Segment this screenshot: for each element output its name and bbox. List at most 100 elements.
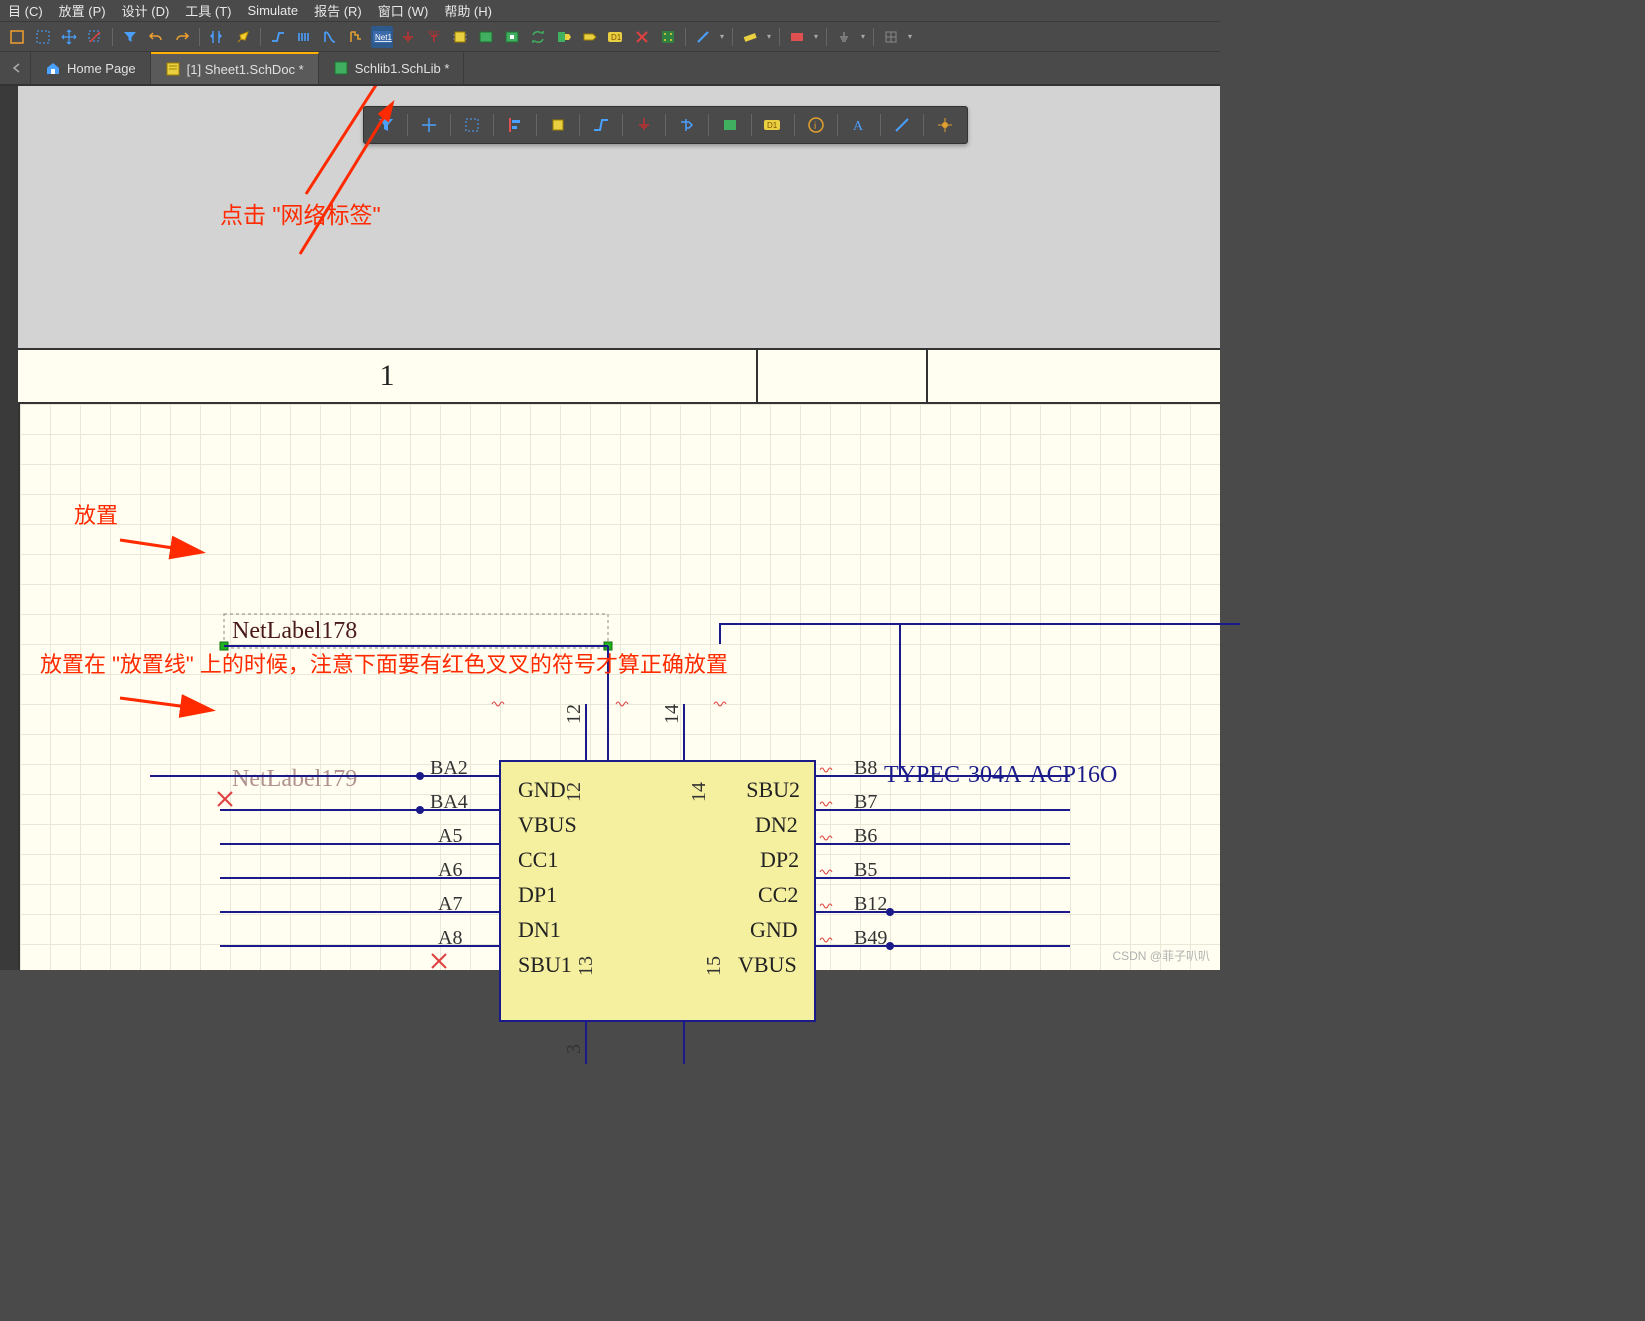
menu-item[interactable]: 设计 (D) [114,0,178,22]
tab-label: Schlib1.SchLib * [355,61,450,76]
bus-icon[interactable] [293,26,315,48]
tab-nav[interactable] [4,52,31,84]
color-icon[interactable] [786,26,808,48]
sync-icon[interactable] [527,26,549,48]
no-erc-icon[interactable] [631,26,653,48]
tab-label: Home Page [67,61,136,76]
dropdown-icon[interactable]: ▾ [906,26,914,48]
cross-icon[interactable] [413,110,445,140]
part-icon[interactable] [542,110,574,140]
schlib-icon [333,60,349,76]
svg-text:SBU2: SBU2 [746,777,800,802]
bus-entry-icon[interactable] [319,26,341,48]
tab-bar: Home Page [1] Sheet1.SchDoc * Schlib1.Sc… [0,52,1220,86]
move-icon[interactable] [58,26,80,48]
gnd-icon[interactable] [628,110,660,140]
dropdown-icon[interactable]: ▾ [765,26,773,48]
sheet-symbol-icon[interactable] [475,26,497,48]
filter-icon[interactable] [119,26,141,48]
svg-text:3: 3 [563,1044,585,1054]
svg-text:VBUS: VBUS [738,952,797,977]
menu-item[interactable]: 目 (C) [0,0,51,22]
svg-text:D1: D1 [767,121,778,130]
svg-text:12: 12 [563,782,585,802]
wire-icon[interactable] [267,26,289,48]
main-toolbar: Net1 Vcc D1 ▾ ▾ ▾ ▾ ▾ [0,22,1220,52]
svg-text:A6: A6 [438,859,462,881]
svg-text:BA2: BA2 [430,757,468,779]
schdoc-icon [165,61,181,77]
sheet-icon[interactable] [714,110,746,140]
undo-icon[interactable] [145,26,167,48]
left-gutter[interactable] [0,86,18,970]
directive-icon[interactable]: D1 [757,110,789,140]
directive-icon[interactable]: D1 [605,26,627,48]
menu-item[interactable]: 工具 (T) [177,0,239,22]
wire-icon[interactable] [585,110,617,140]
part-icon[interactable] [449,26,471,48]
signal-gnd-icon[interactable] [833,26,855,48]
svg-text:B7: B7 [854,791,877,813]
svg-text:VBUS: VBUS [518,812,577,837]
net-label-ghost[interactable]: NetLabel179 [232,766,357,792]
port-icon[interactable] [671,110,703,140]
svg-text:A: A [853,119,864,134]
harness-icon[interactable] [345,26,367,48]
device-sheet-icon[interactable] [501,26,523,48]
svg-text:DN2: DN2 [755,812,798,837]
highlight-icon[interactable] [232,26,254,48]
bottom-pin: 3 5 [563,1021,684,1064]
toolbar-icon[interactable] [6,26,28,48]
annotation-text: 点击 "网络标签" [220,196,381,230]
align-icon[interactable] [206,26,228,48]
grid-icon[interactable] [880,26,902,48]
align-left-icon[interactable] [499,110,531,140]
selection-rect-icon[interactable] [32,26,54,48]
component-value[interactable]: TYPEC-304A-ACP16O [884,762,1117,788]
text-icon[interactable]: A [843,110,875,140]
menu-item[interactable]: 报告 (R) [306,0,370,22]
top-pin: 12 14 [563,704,684,761]
menu-item[interactable]: 窗口 (W) [370,0,437,22]
dropdown-icon[interactable]: ▾ [718,26,726,48]
line-icon[interactable] [692,26,714,48]
deselect-icon[interactable] [84,26,106,48]
work-area: D1 i A 1 NetLabel178 [18,86,1220,970]
annotation-arrow-1 [300,104,392,254]
port-icon[interactable] [579,26,601,48]
svg-text:GND: GND [750,917,798,942]
watermark: CSDN @菲子叭叭 [1112,947,1210,964]
net-label-icon[interactable]: Net1 [371,26,393,48]
svg-text:13: 13 [575,956,597,976]
svg-text:DN1: DN1 [518,917,561,942]
vcc-icon[interactable]: Vcc [423,26,445,48]
schematic-sheet[interactable]: 1 NetLabel178 NetLabel179 [18,348,1220,970]
menu-item[interactable]: 帮助 (H) [436,0,500,22]
svg-text:B5: B5 [854,859,877,881]
line-icon[interactable] [886,110,918,140]
measure-icon[interactable] [739,26,761,48]
sheet-entry-icon[interactable] [553,26,575,48]
gnd-icon[interactable] [397,26,419,48]
origin-icon[interactable] [929,110,961,140]
redo-icon[interactable] [171,26,193,48]
tab-home[interactable]: Home Page [31,52,151,84]
tab-sheet[interactable]: [1] Sheet1.SchDoc * [151,52,319,84]
sheet-canvas[interactable]: NetLabel178 NetLabel179 12 14 [18,404,1220,970]
menu-item[interactable]: 放置 (P) [51,0,114,22]
tab-schlib[interactable]: Schlib1.SchLib * [319,52,465,84]
dropdown-icon[interactable]: ▾ [859,26,867,48]
info-icon[interactable]: i [800,110,832,140]
dropdown-icon[interactable]: ▾ [812,26,820,48]
svg-text:DP2: DP2 [760,847,799,872]
board-icon[interactable] [657,26,679,48]
sheet-border-cell [928,350,1220,402]
selection-icon[interactable] [456,110,488,140]
net-label[interactable]: NetLabel178 [232,618,357,644]
menu-item[interactable]: Simulate [240,1,307,20]
svg-text:SBU1: SBU1 [518,952,572,977]
red-x-marker [218,792,232,806]
svg-text:D1: D1 [611,33,622,42]
svg-text:A7: A7 [438,893,462,915]
sheet-border-cell [758,350,928,402]
